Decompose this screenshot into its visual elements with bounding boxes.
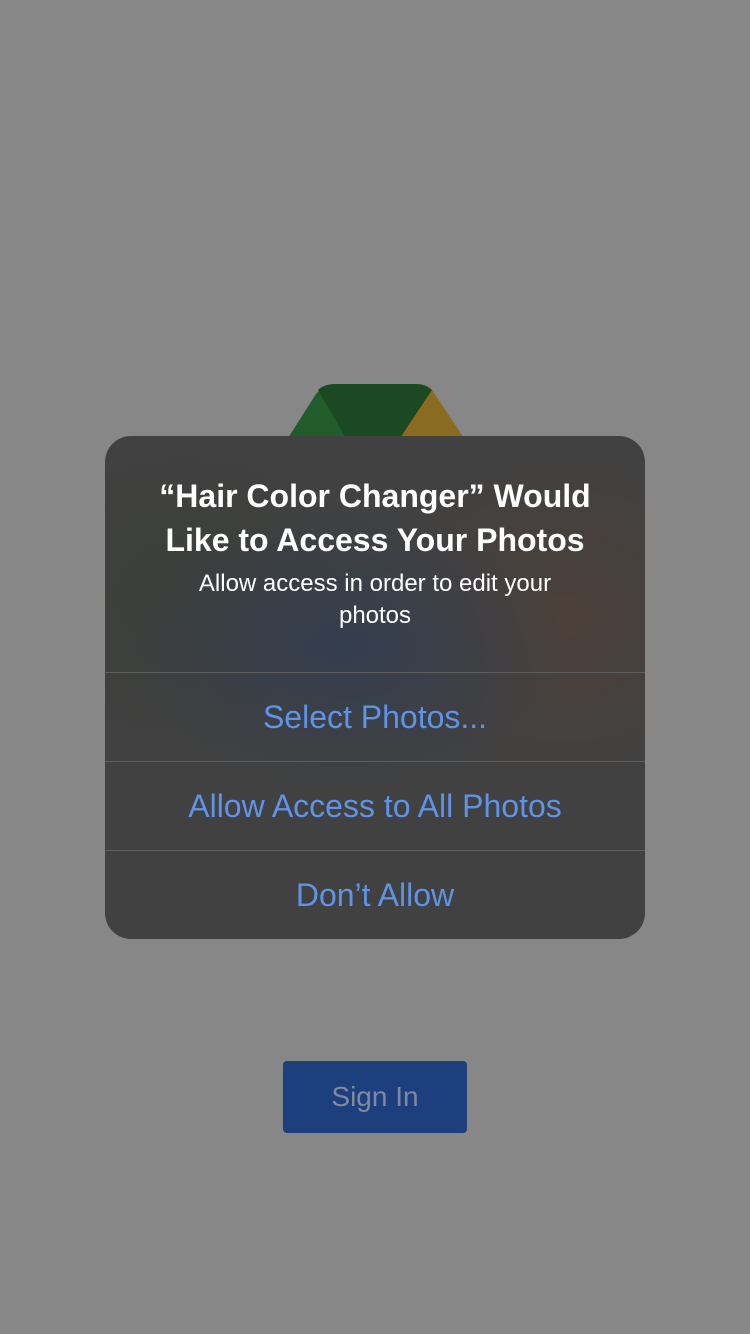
- select-photos-button[interactable]: Select Photos...: [105, 673, 645, 761]
- sign-in-button[interactable]: Sign In: [283, 1061, 467, 1133]
- app-screen: Sign In “Hair Color Changer” Would Like …: [0, 0, 750, 1334]
- alert-message: Allow access in order to edit your photo…: [198, 570, 552, 629]
- alert-header: “Hair Color Changer” Would Like to Acces…: [105, 436, 645, 672]
- dont-allow-button[interactable]: Don’t Allow: [105, 851, 645, 939]
- allow-all-photos-button[interactable]: Allow Access to All Photos: [105, 762, 645, 850]
- photo-access-alert: “Hair Color Changer” Would Like to Acces…: [105, 436, 645, 939]
- alert-title: “Hair Color Changer” Would Like to Acces…: [159, 478, 591, 558]
